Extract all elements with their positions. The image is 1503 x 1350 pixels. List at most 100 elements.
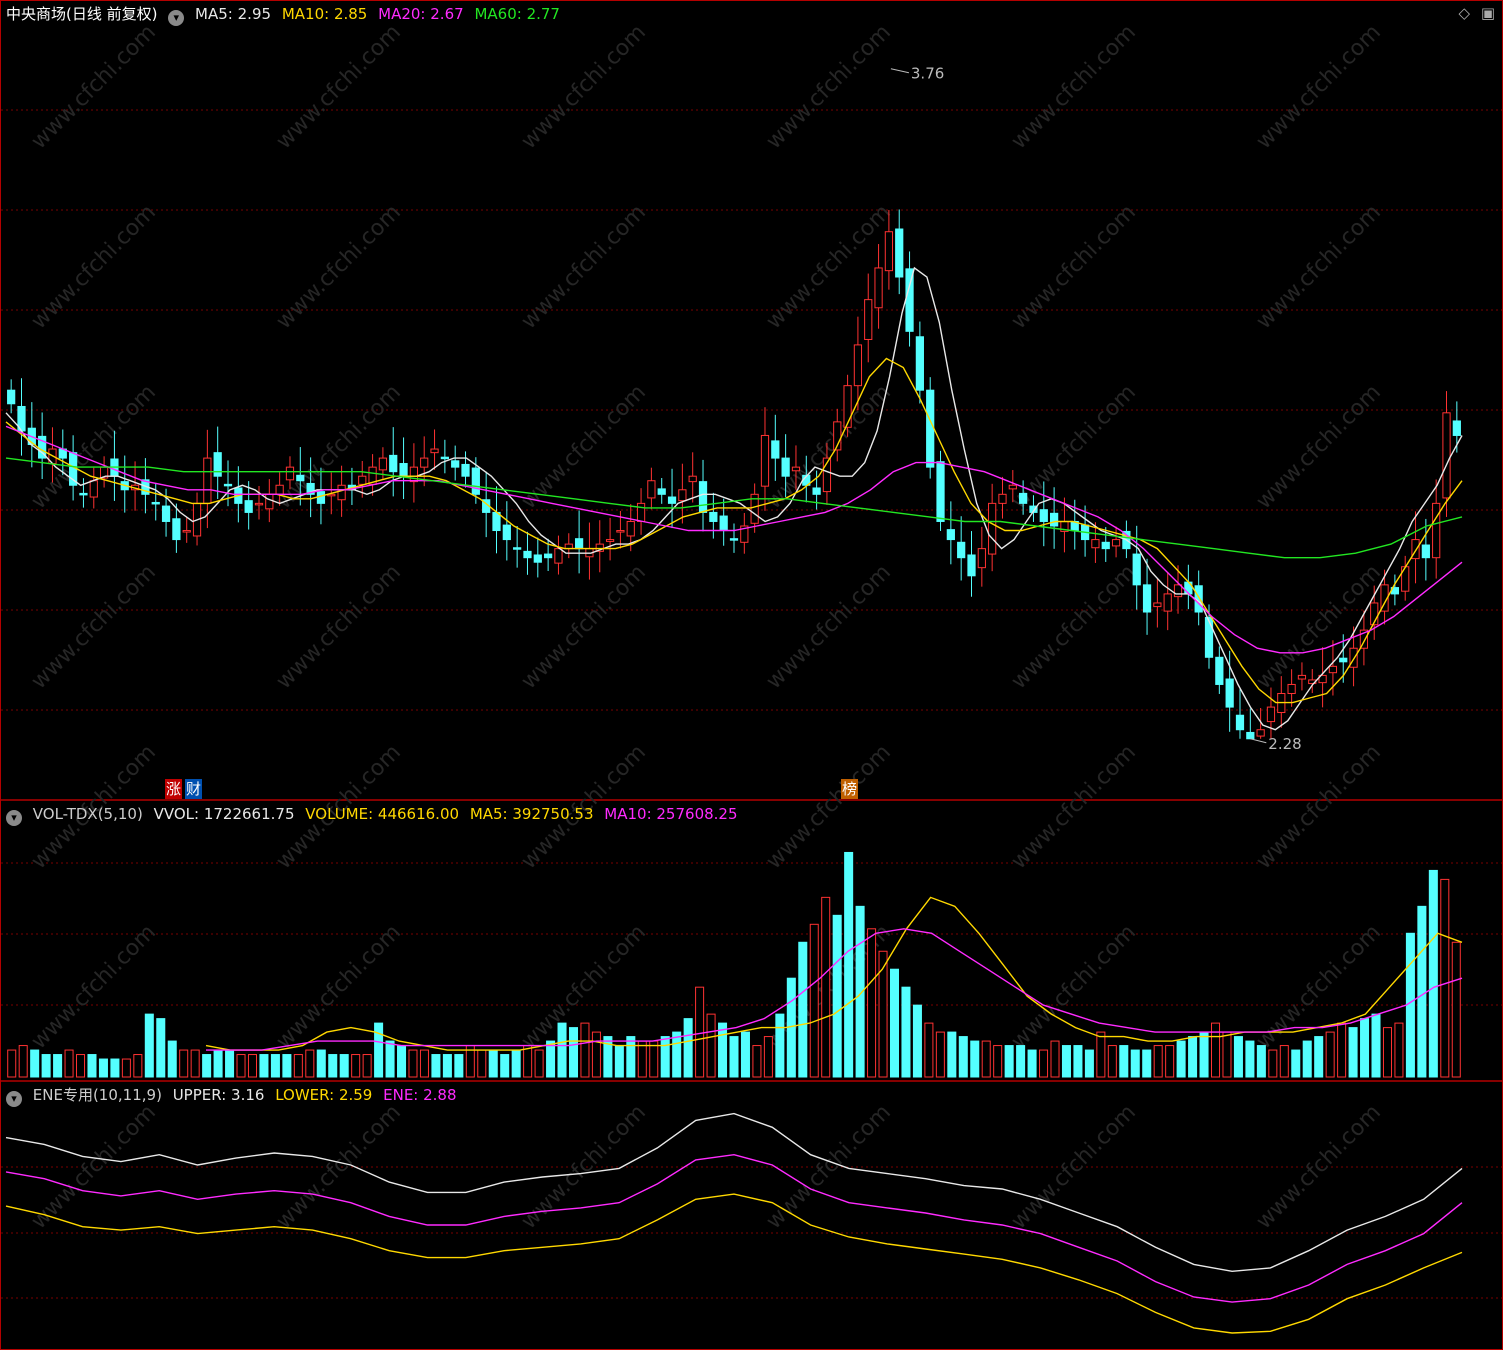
candle-body bbox=[812, 487, 821, 495]
candle-body bbox=[1091, 539, 1100, 549]
volume-bar bbox=[1050, 1040, 1060, 1078]
volume-bar bbox=[809, 923, 819, 1078]
volume-bar bbox=[1096, 1031, 1106, 1078]
volume-bar bbox=[901, 986, 911, 1078]
volume-bar bbox=[947, 1031, 957, 1078]
candle bbox=[1215, 646, 1224, 694]
candle bbox=[915, 321, 924, 404]
candle-body bbox=[151, 501, 160, 505]
volume-bar bbox=[637, 1040, 647, 1078]
candle bbox=[130, 461, 140, 511]
volume-bar bbox=[546, 1040, 556, 1078]
volume-bar bbox=[64, 1049, 74, 1078]
volume-bar bbox=[225, 1049, 235, 1078]
volume-bar bbox=[144, 1013, 154, 1078]
volume-bar bbox=[110, 1058, 120, 1078]
volume-bar bbox=[740, 1031, 750, 1078]
volume-bar bbox=[672, 1031, 682, 1078]
candle bbox=[38, 412, 47, 480]
kline-chart-canvas[interactable]: www.cfchi.com www.cfchi.com www.cfchi.com w… bbox=[0, 0, 1503, 1350]
candle-body bbox=[1246, 731, 1255, 740]
volume-bar bbox=[867, 928, 877, 1078]
volume-bar bbox=[87, 1054, 97, 1078]
volume-bar bbox=[259, 1054, 269, 1078]
badge-zhang[interactable]: 涨 bbox=[165, 779, 183, 799]
candle bbox=[998, 476, 1007, 519]
candle bbox=[7, 379, 16, 414]
candle-body bbox=[513, 547, 522, 550]
watermark-text: www.cfchi.com bbox=[762, 200, 896, 334]
candle bbox=[678, 463, 687, 524]
volume-bar bbox=[752, 1045, 762, 1078]
candle bbox=[874, 244, 883, 329]
ene-fold-icon[interactable]: ▾ bbox=[6, 1091, 22, 1107]
badge-bang[interactable]: 榜 bbox=[841, 779, 859, 799]
volume-bar bbox=[179, 1049, 189, 1078]
volume-bar bbox=[889, 968, 900, 1078]
vol-fold-icon[interactable]: ▾ bbox=[6, 810, 22, 826]
candle-body bbox=[1287, 683, 1296, 695]
volume-bar bbox=[1233, 1036, 1243, 1078]
volume-bar bbox=[351, 1054, 361, 1078]
candle-body bbox=[275, 484, 284, 495]
candle bbox=[502, 501, 511, 561]
candle-body bbox=[895, 228, 904, 278]
volume-bar bbox=[763, 1036, 773, 1078]
watermark-text: www.cfchi.com bbox=[272, 560, 406, 694]
candle bbox=[667, 468, 677, 529]
volume-bar bbox=[213, 1049, 223, 1078]
fold-toggle-icon[interactable]: ▾ bbox=[168, 10, 185, 26]
candle bbox=[389, 427, 398, 497]
candle bbox=[895, 209, 904, 295]
volume-bar bbox=[557, 1022, 567, 1078]
candle-body bbox=[678, 489, 687, 502]
candle bbox=[905, 251, 914, 347]
volume-bar bbox=[603, 1036, 613, 1078]
ene-upper-readout: UPPER: 3.16 bbox=[172, 1086, 265, 1104]
watermark-text: www.cfchi.com bbox=[762, 560, 896, 694]
candle-body bbox=[533, 554, 542, 563]
candle-body bbox=[254, 502, 264, 506]
volume-bar bbox=[580, 1022, 590, 1078]
high-marker-label: 3.76 bbox=[911, 65, 944, 83]
candle bbox=[564, 533, 573, 559]
volume-bar bbox=[568, 1027, 579, 1078]
candle bbox=[926, 377, 935, 479]
volume-bar bbox=[1291, 1049, 1301, 1078]
candle bbox=[719, 498, 728, 546]
volume-bar bbox=[1268, 1049, 1278, 1078]
candle bbox=[1184, 564, 1193, 610]
candle-body bbox=[285, 466, 295, 481]
candle-body bbox=[172, 518, 181, 541]
candlesticks[interactable] bbox=[7, 209, 1461, 740]
candle bbox=[554, 535, 563, 575]
volume-bar bbox=[121, 1058, 131, 1078]
candle-body bbox=[471, 467, 480, 495]
window-icon[interactable]: ▣ bbox=[1481, 4, 1495, 22]
volume-bar bbox=[385, 1040, 395, 1078]
volume-bars[interactable] bbox=[7, 851, 1461, 1078]
ene-header: ▾ ENE专用(10,11,9) UPPER: 3.16 LOWER: 2.59… bbox=[6, 1084, 463, 1107]
volume-bar bbox=[912, 1004, 922, 1078]
candle-body bbox=[1256, 729, 1265, 737]
candle bbox=[988, 483, 997, 572]
ma5-readout: MA5: 2.95 bbox=[195, 5, 271, 23]
watermark-text: www.cfchi.com bbox=[762, 740, 896, 874]
candle bbox=[605, 517, 615, 561]
ene-lower-line bbox=[5, 1193, 1463, 1334]
volume-bar bbox=[649, 1040, 659, 1078]
watermark-text: www.cfchi.com bbox=[1007, 920, 1141, 1054]
volume-bar bbox=[339, 1054, 349, 1078]
ma10-value: 2.85 bbox=[333, 5, 368, 23]
candle-body bbox=[1153, 602, 1162, 608]
candle-body bbox=[451, 460, 460, 468]
watermark-text: www.cfchi.com bbox=[272, 200, 406, 334]
ene-lower-readout: LOWER: 2.59 bbox=[275, 1086, 373, 1104]
badge-cai[interactable]: 财 bbox=[185, 779, 203, 799]
volume-bar bbox=[190, 1049, 200, 1078]
candle-body bbox=[1008, 484, 1017, 490]
diamond-icon[interactable]: ◇ bbox=[1458, 4, 1470, 22]
candle-body bbox=[7, 389, 16, 405]
candle-body bbox=[1215, 656, 1224, 685]
candle-body bbox=[729, 538, 739, 541]
